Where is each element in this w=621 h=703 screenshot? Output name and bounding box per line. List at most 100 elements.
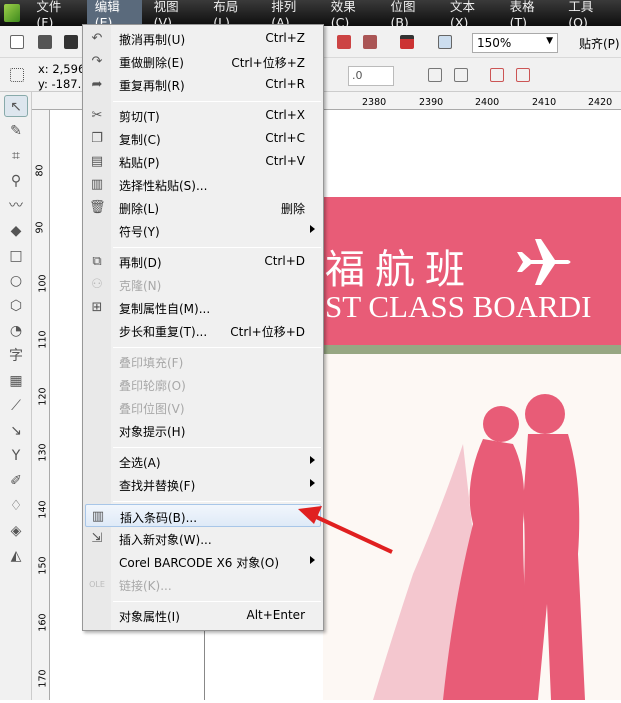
menu-item-repeat[interactable]: ➦ 重复再制(R) Ctrl+R <box>85 73 321 96</box>
ruler-tick-label: 130 <box>37 443 49 462</box>
vertical-ruler[interactable]: 80 90 100 110 120 130 140 150 160 170 <box>32 110 50 700</box>
menu-item-label: 删除(L) <box>119 202 160 216</box>
mirror-horizontal-icon[interactable] <box>428 68 442 82</box>
ruler-tick-label: 80 <box>34 164 46 177</box>
menu-item-label: 克隆(N) <box>119 279 162 293</box>
menu-item-label: 对象属性(I) <box>119 610 180 624</box>
paste-special-icon: ▥ <box>90 177 104 192</box>
connector-tool-icon[interactable]: ↘ <box>4 420 28 442</box>
submenu-arrow-icon <box>310 456 315 464</box>
dimension-tool-icon[interactable]: ⟋ <box>4 395 28 417</box>
shape-tool-icon[interactable]: ✎ <box>4 120 28 142</box>
blend-tool-icon[interactable]: Y <box>4 445 28 467</box>
menu-item-label: 复制(C) <box>119 133 161 147</box>
menu-item-shortcut: Ctrl+位移+D <box>230 325 305 339</box>
to-back-icon[interactable] <box>516 68 530 82</box>
zoom-tool-icon[interactable]: ⚲ <box>4 170 28 192</box>
crop-tool-icon[interactable]: ⌗ <box>4 145 28 167</box>
welcome-screen-icon[interactable] <box>438 35 452 49</box>
menu-item-cut[interactable]: ✂ 剪切(T) Ctrl+X <box>85 104 321 127</box>
scissors-icon: ✂ <box>91 108 103 123</box>
table-tool-icon[interactable]: ▦ <box>4 370 28 392</box>
boarding-pass-banner[interactable]: 福航班 ST CLASS BOARDI <box>323 197 621 345</box>
menu-item-redo[interactable]: ↷ 重做删除(E) Ctrl+位移+Z <box>85 50 321 73</box>
rotation-angle-input[interactable]: .0 <box>348 66 394 86</box>
menu-item-label: 查找并替换(F) <box>119 479 196 493</box>
menu-item-duplicate[interactable]: ⧉ 再制(D) Ctrl+D <box>85 250 321 273</box>
ruler-tick-label: 150 <box>37 556 49 575</box>
menu-item-overprint-bitmap: 叠印位图(V) <box>85 396 321 419</box>
menu-item-label: 选择性粘贴(S)... <box>119 179 208 193</box>
menu-item-shortcut: Alt+Enter <box>246 608 305 622</box>
menu-separator <box>113 347 321 348</box>
freehand-tool-icon[interactable]: 〰 <box>4 195 28 217</box>
menu-item-step-repeat[interactable]: 步长和重复(T)... Ctrl+位移+D <box>85 319 321 342</box>
new-document-icon[interactable] <box>10 35 24 49</box>
trash-icon: 🗑 <box>89 200 106 215</box>
link-icon: OLE <box>89 580 105 589</box>
menu-item-delete[interactable]: 🗑 删除(L) 删除 <box>85 196 321 219</box>
airplane-icon <box>515 239 571 285</box>
menu-item-label: 重复再制(R) <box>119 79 185 93</box>
to-front-icon[interactable] <box>490 68 504 82</box>
x-position[interactable]: x: 2,596 <box>38 62 89 77</box>
menu-separator <box>113 101 321 102</box>
menu-item-label: 再制(D) <box>119 256 162 270</box>
ruler-tick-label: 140 <box>37 500 49 519</box>
export-icon[interactable] <box>363 35 377 49</box>
menu-separator <box>113 447 321 448</box>
green-stripe <box>323 345 621 354</box>
red-annotation-arrow <box>298 506 393 554</box>
rectangle-tool-icon[interactable]: □ <box>4 245 28 267</box>
snap-to-button[interactable]: 贴齐(P) <box>579 35 620 52</box>
menu-item-label: 插入条码(B)... <box>120 511 198 525</box>
application-launcher-icon[interactable] <box>400 35 414 49</box>
interactive-fill-tool-icon[interactable]: ◭ <box>4 545 28 567</box>
menu-item-object-properties[interactable]: 对象属性(I) Alt+Enter <box>85 604 321 627</box>
menu-item-paste[interactable]: ▤ 粘贴(P) Ctrl+V <box>85 150 321 173</box>
reference-point-icon[interactable] <box>10 68 24 82</box>
copy-properties-icon: ⊞ <box>91 300 103 315</box>
menu-item-label: 链接(K)... <box>119 579 172 593</box>
menu-separator <box>113 247 321 248</box>
menu-item-find-replace[interactable]: 查找并替换(F) <box>85 473 321 496</box>
ruler-tick-label: 2390 <box>419 97 444 108</box>
zoom-level-select[interactable]: 150% ▼ <box>472 33 558 53</box>
menu-item-shortcut: Ctrl+C <box>265 131 305 145</box>
copy-icon: ❐ <box>91 131 103 146</box>
menu-item-label: 符号(Y) <box>119 225 160 239</box>
smart-fill-tool-icon[interactable]: ◆ <box>4 220 28 242</box>
menu-item-insert-barcode[interactable]: ▥ 插入条码(B)... <box>85 504 321 527</box>
text-tool-icon[interactable]: 字 <box>4 345 28 367</box>
eyedropper-tool-icon[interactable]: ✐ <box>4 470 28 492</box>
menu-item-paste-special[interactable]: ▥ 选择性粘贴(S)... <box>85 173 321 196</box>
menu-item-select-all[interactable]: 全选(A) <box>85 450 321 473</box>
ellipse-tool-icon[interactable]: ○ <box>4 270 28 292</box>
menu-item-copy-properties[interactable]: ⊞ 复制属性自(M)... <box>85 296 321 319</box>
menu-item-insert-new-object[interactable]: ⇲ 插入新对象(W)... <box>85 527 321 550</box>
menu-item-object-hints[interactable]: 对象提示(H) <box>85 419 321 442</box>
import-icon[interactable] <box>337 35 351 49</box>
clone-icon: ⚇ <box>91 277 103 292</box>
menu-item-barcode-object[interactable]: Corel BARCODE X6 对象(O) <box>85 550 321 573</box>
position-fields[interactable]: x: 2,596 y: -187.8 <box>38 62 89 92</box>
menu-item-label: 粘贴(P) <box>119 156 160 170</box>
y-position[interactable]: y: -187.8 <box>38 77 89 92</box>
save-icon[interactable] <box>64 35 78 49</box>
outline-tool-icon[interactable]: ♢ <box>4 495 28 517</box>
menu-item-copy[interactable]: ❐ 复制(C) Ctrl+C <box>85 127 321 150</box>
fill-tool-icon[interactable]: ◈ <box>4 520 28 542</box>
barcode-icon: ▥ <box>91 509 105 524</box>
banner-english-title: ST CLASS BOARDI <box>325 289 592 324</box>
zoom-value: 150% <box>477 36 512 50</box>
open-icon[interactable] <box>38 35 52 49</box>
pick-tool-icon[interactable]: ↖ <box>4 95 28 117</box>
menu-item-symbol[interactable]: 符号(Y) <box>85 219 321 242</box>
menu-item-overprint-fill: 叠印填充(F) <box>85 350 321 373</box>
polygon-tool-icon[interactable]: ⬡ <box>4 295 28 317</box>
mirror-vertical-icon[interactable] <box>454 68 468 82</box>
menu-item-undo[interactable]: ↶ 撤消再制(U) Ctrl+Z <box>85 27 321 50</box>
ruler-tick-label: 110 <box>37 330 49 349</box>
menu-item-shortcut: Ctrl+位移+Z <box>231 56 305 70</box>
basic-shapes-tool-icon[interactable]: ◔ <box>4 320 28 342</box>
